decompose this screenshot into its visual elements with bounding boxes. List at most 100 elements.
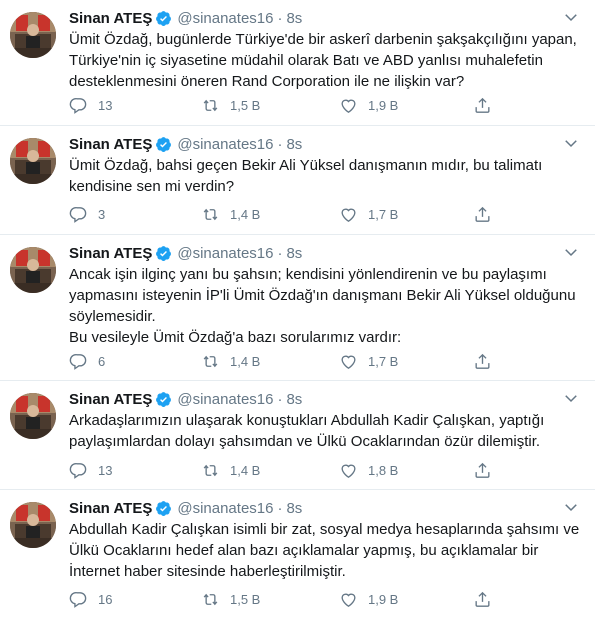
reply-icon: [69, 462, 87, 479]
retweet-count: 1,4 B: [230, 462, 261, 478]
tweet[interactable]: Sinan ATEŞ @sinanates16 · 8s Ancak işin …: [0, 235, 595, 381]
reply-count: 6: [98, 353, 106, 369]
timestamp[interactable]: 8s: [286, 10, 302, 27]
tweet[interactable]: Sinan ATEŞ @sinanates16 · 8s Ümit Özdağ,…: [0, 0, 595, 126]
author-name[interactable]: Sinan ATEŞ: [69, 500, 152, 517]
tweet-text-line: İnternet haber sitesinde haberleştirilmi…: [69, 563, 346, 580]
author-handle[interactable]: @sinanates16: [177, 245, 273, 262]
tweet-header: Sinan ATEŞ @sinanates16 · 8s: [69, 390, 302, 408]
retweet-count: 1,4 B: [230, 353, 261, 369]
reply-button[interactable]: 6: [69, 351, 105, 371]
tweet-text-line: Arkadaşlarımızın ulaşarak konuştukları A…: [69, 412, 545, 429]
chevron-down-icon[interactable]: [562, 498, 580, 516]
share-button[interactable]: [473, 204, 492, 224]
like-button[interactable]: 1,7 B: [339, 204, 398, 224]
tweet-text-line: Abdullah Kadir Çalışkan isimli bir zat, …: [69, 521, 580, 538]
tweet-actions: 3 1,4 B 1,7 B: [69, 204, 499, 224]
reply-button[interactable]: 13: [69, 460, 112, 480]
reply-button[interactable]: 16: [69, 589, 112, 609]
tweet-text: Abdullah Kadir Çalışkan isimli bir zat, …: [69, 519, 584, 582]
like-icon: [341, 593, 356, 607]
tweet-actions: 13 1,5 B 1,9 B: [69, 95, 499, 115]
like-button[interactable]: 1,9 B: [339, 589, 398, 609]
share-button[interactable]: [473, 460, 492, 480]
chevron-down-icon[interactable]: [562, 134, 580, 152]
share-icon: [475, 353, 490, 369]
author-handle[interactable]: @sinanates16: [177, 136, 273, 153]
retweet-count: 1,4 B: [230, 206, 261, 222]
timestamp[interactable]: 8s: [286, 500, 302, 517]
tweet-text: Ümit Özdağ, bahsi geçen Bekir Ali Yüksel…: [69, 155, 584, 197]
share-icon: [475, 206, 490, 222]
verified-badge-icon: [156, 245, 172, 261]
retweet-button[interactable]: 1,4 B: [201, 351, 260, 371]
tweet-text-line: paylaşımlardan dolayı şahsımdan ve Ülkü …: [69, 433, 541, 450]
tweet-text-line: Ümit Özdağ, bahsi geçen Bekir Ali Yüksel…: [69, 157, 543, 174]
retweet-button[interactable]: 1,4 B: [201, 460, 260, 480]
like-count: 1,7 B: [368, 353, 399, 369]
avatar[interactable]: [10, 12, 56, 58]
retweet-button[interactable]: 1,5 B: [201, 95, 260, 115]
tweet-text-line: Bu vesileyle Ümit Özdağ'a bazı sorularım…: [69, 329, 402, 346]
share-icon: [475, 97, 490, 113]
author-name[interactable]: Sinan ATEŞ: [69, 245, 152, 262]
tweet-text-line: Ülkü Ocaklarını hedef alan bazı açıklama…: [69, 542, 539, 559]
share-icon: [475, 462, 490, 478]
like-count: 1,7 B: [368, 206, 399, 222]
retweet-button[interactable]: 1,5 B: [201, 589, 260, 609]
chevron-down-icon[interactable]: [562, 389, 580, 407]
like-icon: [341, 99, 356, 113]
retweet-icon: [203, 99, 218, 111]
tweet-text: Arkadaşlarımızın ulaşarak konuştukları A…: [69, 410, 584, 452]
separator-dot: ·: [277, 499, 283, 517]
timestamp[interactable]: 8s: [286, 245, 302, 262]
author-name[interactable]: Sinan ATEŞ: [69, 136, 152, 153]
reply-count: 13: [98, 97, 113, 113]
tweet-header: Sinan ATEŞ @sinanates16 · 8s: [69, 499, 302, 517]
chevron-down-icon[interactable]: [562, 8, 580, 26]
reply-button[interactable]: 13: [69, 95, 112, 115]
avatar[interactable]: [10, 247, 56, 293]
reply-count: 13: [98, 462, 113, 478]
tweet-text-line: Türkiye'nin iç siyasetine müdahil olarak…: [69, 52, 543, 69]
reply-button[interactable]: 3: [69, 204, 105, 224]
like-icon: [341, 355, 356, 369]
avatar[interactable]: [10, 502, 56, 548]
tweet[interactable]: Sinan ATEŞ @sinanates16 · 8s Ümit Özdağ,…: [0, 126, 595, 235]
share-button[interactable]: [473, 95, 492, 115]
author-name[interactable]: Sinan ATEŞ: [69, 10, 152, 27]
author-handle[interactable]: @sinanates16: [177, 391, 273, 408]
retweet-button[interactable]: 1,4 B: [201, 204, 260, 224]
reply-count: 16: [98, 591, 113, 607]
author-handle[interactable]: @sinanates16: [177, 10, 273, 27]
chevron-down-icon[interactable]: [562, 243, 580, 261]
retweet-count: 1,5 B: [230, 591, 261, 607]
retweet-count: 1,5 B: [230, 97, 261, 113]
like-button[interactable]: 1,8 B: [339, 460, 398, 480]
separator-dot: ·: [277, 390, 283, 408]
separator-dot: ·: [277, 135, 283, 153]
share-button[interactable]: [473, 351, 492, 371]
timestamp[interactable]: 8s: [286, 136, 302, 153]
avatar[interactable]: [10, 138, 56, 184]
share-button[interactable]: [473, 589, 492, 609]
like-button[interactable]: 1,7 B: [339, 351, 398, 371]
avatar[interactable]: [10, 393, 56, 439]
like-count: 1,8 B: [368, 462, 399, 478]
like-button[interactable]: 1,9 B: [339, 95, 398, 115]
tweet-actions: 6 1,4 B 1,7 B: [69, 351, 499, 371]
author-name[interactable]: Sinan ATEŞ: [69, 391, 152, 408]
tweet-text-line: Ancak işin ilginç yanı bu şahsın; kendis…: [69, 266, 547, 283]
tweet[interactable]: Sinan ATEŞ @sinanates16 · 8s Abdullah Ka…: [0, 490, 595, 620]
tweet-text-line: desteklenmesini öneren Rand Corporation …: [69, 73, 465, 90]
verified-badge-icon: [156, 391, 172, 407]
separator-dot: ·: [277, 9, 283, 27]
tweet-actions: 16 1,5 B 1,9 B: [69, 589, 499, 609]
tweet-text-line: kendisine sen mi verdin?: [69, 178, 235, 195]
reply-icon: [69, 591, 87, 608]
author-handle[interactable]: @sinanates16: [177, 500, 273, 517]
tweet[interactable]: Sinan ATEŞ @sinanates16 · 8s Arkadaşları…: [0, 381, 595, 490]
tweet-text: Ancak işin ilginç yanı bu şahsın; kendis…: [69, 264, 584, 348]
separator-dot: ·: [277, 244, 283, 262]
timestamp[interactable]: 8s: [286, 391, 302, 408]
